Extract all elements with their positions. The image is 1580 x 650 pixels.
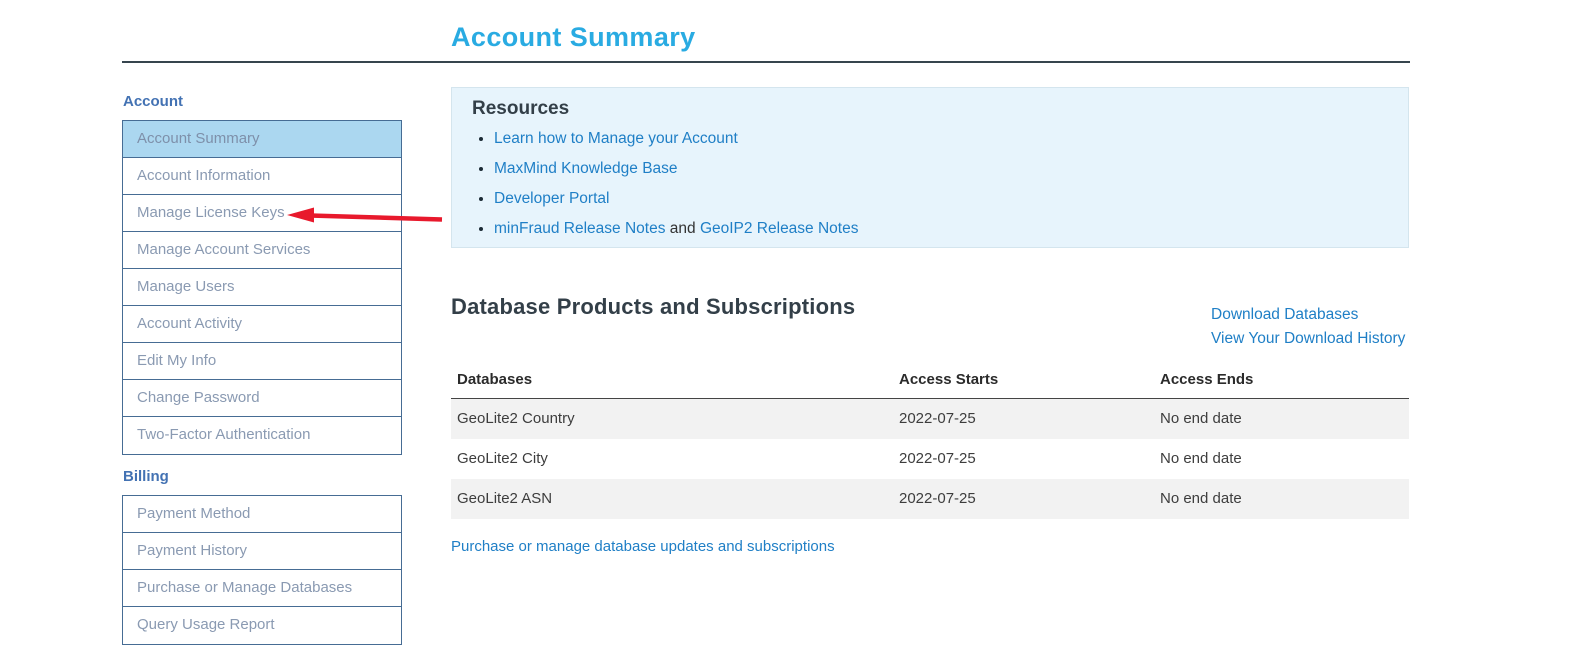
cell-access-ends: No end date (1160, 490, 1242, 507)
list-item: MaxMind Knowledge Base (494, 160, 1388, 178)
column-header-access-ends: Access Ends (1154, 363, 1409, 399)
sidebar-item-manage-license-keys[interactable]: Manage License Keys (123, 195, 401, 232)
geoip2-release-notes-link[interactable]: GeoIP2 Release Notes (700, 220, 859, 237)
purchase-manage-databases-link[interactable]: Purchase or manage database updates and … (451, 538, 835, 555)
column-header-access-starts: Access Starts (893, 363, 1154, 399)
cell-access-starts: 2022-07-25 (899, 410, 976, 428)
sidebar-item-account-activity[interactable]: Account Activity (123, 306, 401, 343)
view-download-history-link[interactable]: View Your Download History (1211, 327, 1405, 351)
resources-list: Learn how to Manage your Account MaxMind… (472, 130, 1388, 238)
account-summary-page: Account Summary Account Account Summary … (0, 0, 1580, 650)
sidebar-item-edit-my-info[interactable]: Edit My Info (123, 343, 401, 380)
list-item: minFraud Release Notes and GeoIP2 Releas… (494, 220, 1388, 238)
database-products-heading: Database Products and Subscriptions (451, 294, 856, 319)
sidebar-item-purchase-or-manage-databases[interactable]: Purchase or Manage Databases (123, 570, 401, 607)
cell-access-ends: No end date (1160, 450, 1242, 467)
sidebar-item-two-factor-authentication[interactable]: Two-Factor Authentication (123, 417, 401, 454)
download-databases-link[interactable]: Download Databases (1211, 303, 1405, 327)
resources-heading: Resources (472, 98, 570, 119)
resources-panel: Resources Learn how to Manage your Accou… (451, 87, 1409, 248)
column-header-databases: Databases (451, 363, 893, 399)
sidebar-item-payment-method[interactable]: Payment Method (123, 496, 401, 533)
table-header-row: Databases Access Starts Access Ends (451, 363, 1409, 399)
cell-database-name: GeoLite2 ASN (457, 490, 553, 507)
cell-database-name: GeoLite2 City (457, 450, 548, 467)
and-separator: and (665, 220, 700, 237)
cell-database-name: GeoLite2 Country (457, 410, 575, 428)
sidebar-item-payment-history[interactable]: Payment History (123, 533, 401, 570)
sidebar-item-manage-users[interactable]: Manage Users (123, 269, 401, 306)
sidebar-heading-billing: Billing (123, 468, 169, 485)
table-row: GeoLite2 City 2022-07-25 No end date (451, 439, 1409, 479)
sidebar: Account Account Summary Account Informat… (122, 93, 402, 650)
sidebar-item-account-summary[interactable]: Account Summary (123, 121, 401, 158)
page-title: Account Summary (451, 22, 696, 52)
cell-access-ends: No end date (1160, 410, 1242, 428)
sidebar-heading-account: Account (123, 93, 183, 110)
sidebar-item-query-usage-report[interactable]: Query Usage Report (123, 607, 401, 644)
list-item: Developer Portal (494, 190, 1388, 208)
developer-portal-link[interactable]: Developer Portal (494, 190, 609, 207)
sidebar-account-list: Account Summary Account Information Mana… (122, 120, 402, 455)
knowledge-base-link[interactable]: MaxMind Knowledge Base (494, 160, 678, 177)
table-row: GeoLite2 Country 2022-07-25 No end date (451, 398, 1409, 439)
sidebar-billing-list: Payment Method Payment History Purchase … (122, 495, 402, 645)
sidebar-item-change-password[interactable]: Change Password (123, 380, 401, 417)
title-divider (122, 61, 1410, 63)
database-action-links: Download Databases View Your Download Hi… (1211, 303, 1405, 351)
cell-access-starts: 2022-07-25 (899, 490, 976, 507)
manage-account-link[interactable]: Learn how to Manage your Account (494, 130, 738, 147)
cell-access-starts: 2022-07-25 (899, 450, 976, 467)
databases-table: Databases Access Starts Access Ends GeoL… (451, 363, 1409, 519)
list-item: Learn how to Manage your Account (494, 130, 1388, 148)
minfraud-release-notes-link[interactable]: minFraud Release Notes (494, 220, 665, 237)
table-row: GeoLite2 ASN 2022-07-25 No end date (451, 478, 1409, 519)
sidebar-item-manage-account-services[interactable]: Manage Account Services (123, 232, 401, 269)
sidebar-item-account-information[interactable]: Account Information (123, 158, 401, 195)
